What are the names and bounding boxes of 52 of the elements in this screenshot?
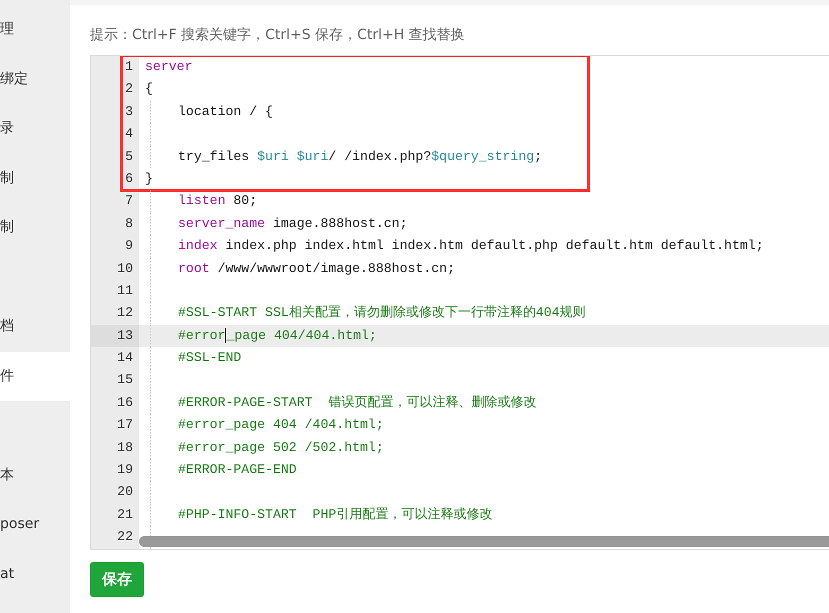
sidebar-item[interactable]: 录 [0,104,70,154]
sidebar-item[interactable]: 件 [0,352,70,401]
code-line: #error_page 404/404.html; [139,324,377,348]
code-line: #error_page 404 /404.html; [139,414,384,437]
code-line: listen 80; [139,190,258,213]
sidebar-item[interactable]: 理 [0,5,70,54]
code-line: try_files $uri $uri/ /index.php?$query_string; [139,146,542,168]
line-number: 17 [116,416,134,434]
code-line: server_name image.888host.cn; [139,212,408,236]
line-number: 12 [116,304,134,322]
line-number: 16 [116,394,134,412]
sidebar-item[interactable]: 本 [0,450,70,500]
line-number: 20 [116,483,134,502]
sidebar-item[interactable]: 绑定 [0,54,70,104]
line-number: 6 [124,170,134,188]
line-number: 13 [91,324,139,348]
sidebar-item[interactable]: at [0,550,70,599]
line-number: 22 [116,528,134,546]
line-number: 5 [124,148,134,166]
line-number: 8 [124,214,134,233]
sidebar-item[interactable]: poser [0,500,70,550]
code-line: location / { [139,100,273,124]
code-line: #ERROR-PAGE-END [139,459,297,482]
line-number: 3 [124,102,134,121]
sidebar-item[interactable]: 档 [0,302,70,352]
line-number: 14 [116,349,134,368]
line-number: 18 [116,438,134,457]
hint-text: 提示：Ctrl+F 搜索关键字，Ctrl+S 保存，Ctrl+H 查找替换 [90,26,466,45]
sidebar-item[interactable]: 制 [0,154,70,203]
line-number: 4 [124,125,134,144]
code-line: } [144,170,153,188]
code-line: index index.php index.html index.htm default.php default.htm default.html; [139,235,764,258]
code-line: { [144,80,153,98]
line-number: 10 [116,260,134,278]
line-number: 11 [116,282,134,300]
sidebar-item[interactable]: 制 [0,203,70,252]
code-line: root /www/wwwroot/image.888host.cn; [139,258,455,280]
line-number: 9 [124,237,134,256]
code-line: #SSL-END [139,347,242,370]
line-number: 1 [124,58,134,76]
code-line: server [144,58,192,76]
code-editor[interactable] [90,55,829,550]
code-line: #PHP-INFO-START PHP引用配置，可以注释或修改 [139,504,492,526]
code-line: #error_page 502 /502.html; [139,436,384,460]
line-number: 21 [116,506,134,524]
line-number: 7 [124,192,134,210]
line-number: 19 [116,461,134,480]
line-number: 15 [116,371,134,390]
code-line: #ERROR-PAGE-START 错误页配置，可以注释、删除或修改 [139,392,536,414]
code-line: #SSL-START SSL相关配置，请勿删除或修改下一行带注释的404规则 [139,302,586,325]
scrollbar[interactable] [139,536,829,547]
line-number: 2 [124,80,134,98]
